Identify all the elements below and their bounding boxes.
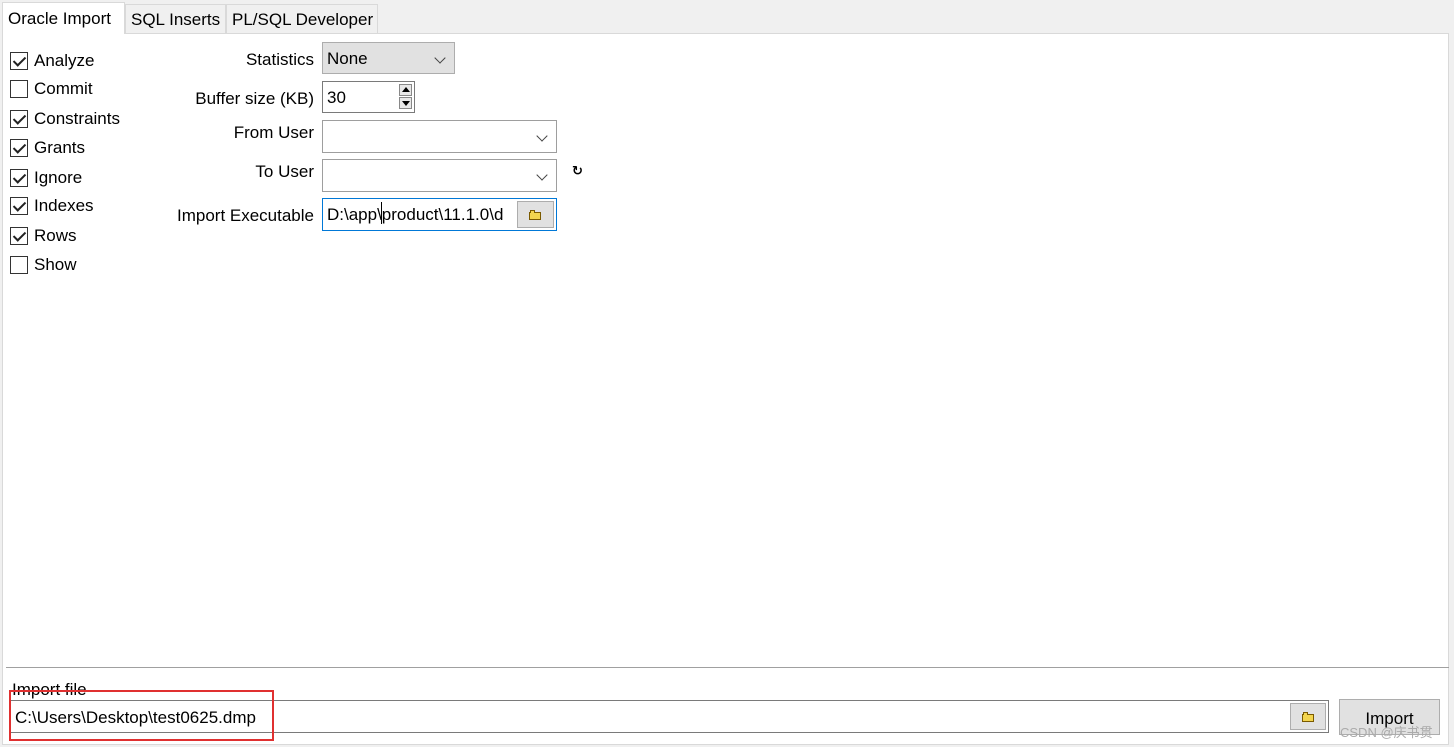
chevron-down-icon bbox=[434, 52, 446, 64]
import-executable-label: Import Executable bbox=[176, 206, 314, 225]
checkbox-show-box[interactable] bbox=[10, 256, 28, 274]
folder-icon bbox=[529, 209, 542, 220]
tab-sql-inserts[interactable]: SQL Inserts bbox=[125, 4, 226, 33]
buffer-size-value: 30 bbox=[327, 88, 346, 107]
to-user-select[interactable] bbox=[322, 159, 557, 192]
tab-oracle-import[interactable]: Oracle Import bbox=[2, 2, 125, 34]
import-file-value: C:\Users\Desktop\test0625.dmp bbox=[15, 708, 256, 727]
spin-down-icon[interactable] bbox=[399, 97, 412, 109]
statistics-select[interactable]: None bbox=[322, 42, 455, 74]
from-user-label: From User bbox=[233, 123, 314, 142]
browse-import-file-button[interactable] bbox=[1290, 703, 1326, 730]
import-file-input[interactable]: C:\Users\Desktop\test0625.dmp bbox=[10, 700, 1329, 733]
checkbox-ignore-label: Ignore bbox=[34, 168, 83, 187]
checkbox-commit-label: Commit bbox=[34, 79, 93, 98]
folder-icon bbox=[1301, 711, 1315, 722]
checkbox-analyze-label: Analyze bbox=[34, 51, 95, 70]
buffer-size-label: Buffer size (KB) bbox=[195, 89, 314, 108]
options-panel bbox=[2, 33, 1449, 745]
watermark: CSDN @庆书贯 bbox=[1340, 725, 1433, 740]
checkbox-constraints-label: Constraints bbox=[34, 109, 120, 128]
checkbox-indexes-box[interactable] bbox=[10, 197, 28, 215]
checkbox-show[interactable]: Show bbox=[10, 254, 77, 276]
checkbox-rows-label: Rows bbox=[34, 226, 77, 245]
checkbox-commit[interactable]: Commit bbox=[10, 78, 93, 100]
tab-bar: Oracle Import SQL Inserts PL/SQL Develop… bbox=[0, 0, 1454, 34]
tab-plsql-developer[interactable]: PL/SQL Developer bbox=[226, 4, 378, 33]
checkbox-grants[interactable]: Grants bbox=[10, 137, 85, 159]
chevron-down-icon bbox=[536, 130, 548, 142]
checkbox-rows-box[interactable] bbox=[10, 227, 28, 245]
checkbox-indexes-label: Indexes bbox=[34, 196, 94, 215]
refresh-icon[interactable]: ↻ bbox=[572, 164, 583, 177]
buffer-size-spinner[interactable]: 30 bbox=[322, 81, 415, 113]
checkbox-constraints-box[interactable] bbox=[10, 110, 28, 128]
spin-up-icon[interactable] bbox=[399, 84, 412, 96]
browse-executable-button[interactable] bbox=[517, 201, 554, 228]
checkbox-commit-box[interactable] bbox=[10, 80, 28, 98]
checkbox-rows[interactable]: Rows bbox=[10, 225, 77, 247]
checkbox-constraints[interactable]: Constraints bbox=[10, 108, 120, 130]
checkbox-grants-box[interactable] bbox=[10, 139, 28, 157]
import-file-label: Import file bbox=[12, 680, 87, 699]
checkbox-show-label: Show bbox=[34, 255, 77, 274]
checkbox-analyze-box[interactable] bbox=[10, 52, 28, 70]
statistics-value: None bbox=[327, 49, 368, 68]
text-cursor bbox=[381, 202, 382, 224]
checkbox-analyze[interactable]: Analyze bbox=[10, 50, 94, 72]
chevron-down-icon bbox=[536, 169, 548, 181]
from-user-select[interactable] bbox=[322, 120, 557, 153]
separator bbox=[6, 667, 1449, 668]
to-user-label: To User bbox=[255, 162, 314, 181]
checkbox-indexes[interactable]: Indexes bbox=[10, 195, 94, 217]
checkbox-ignore-box[interactable] bbox=[10, 169, 28, 187]
import-executable-value: D:\app\product\11.1.0\d bbox=[327, 205, 504, 224]
statistics-label: Statistics bbox=[245, 50, 314, 69]
checkbox-grants-label: Grants bbox=[34, 138, 86, 157]
checkbox-ignore[interactable]: Ignore bbox=[10, 167, 82, 189]
